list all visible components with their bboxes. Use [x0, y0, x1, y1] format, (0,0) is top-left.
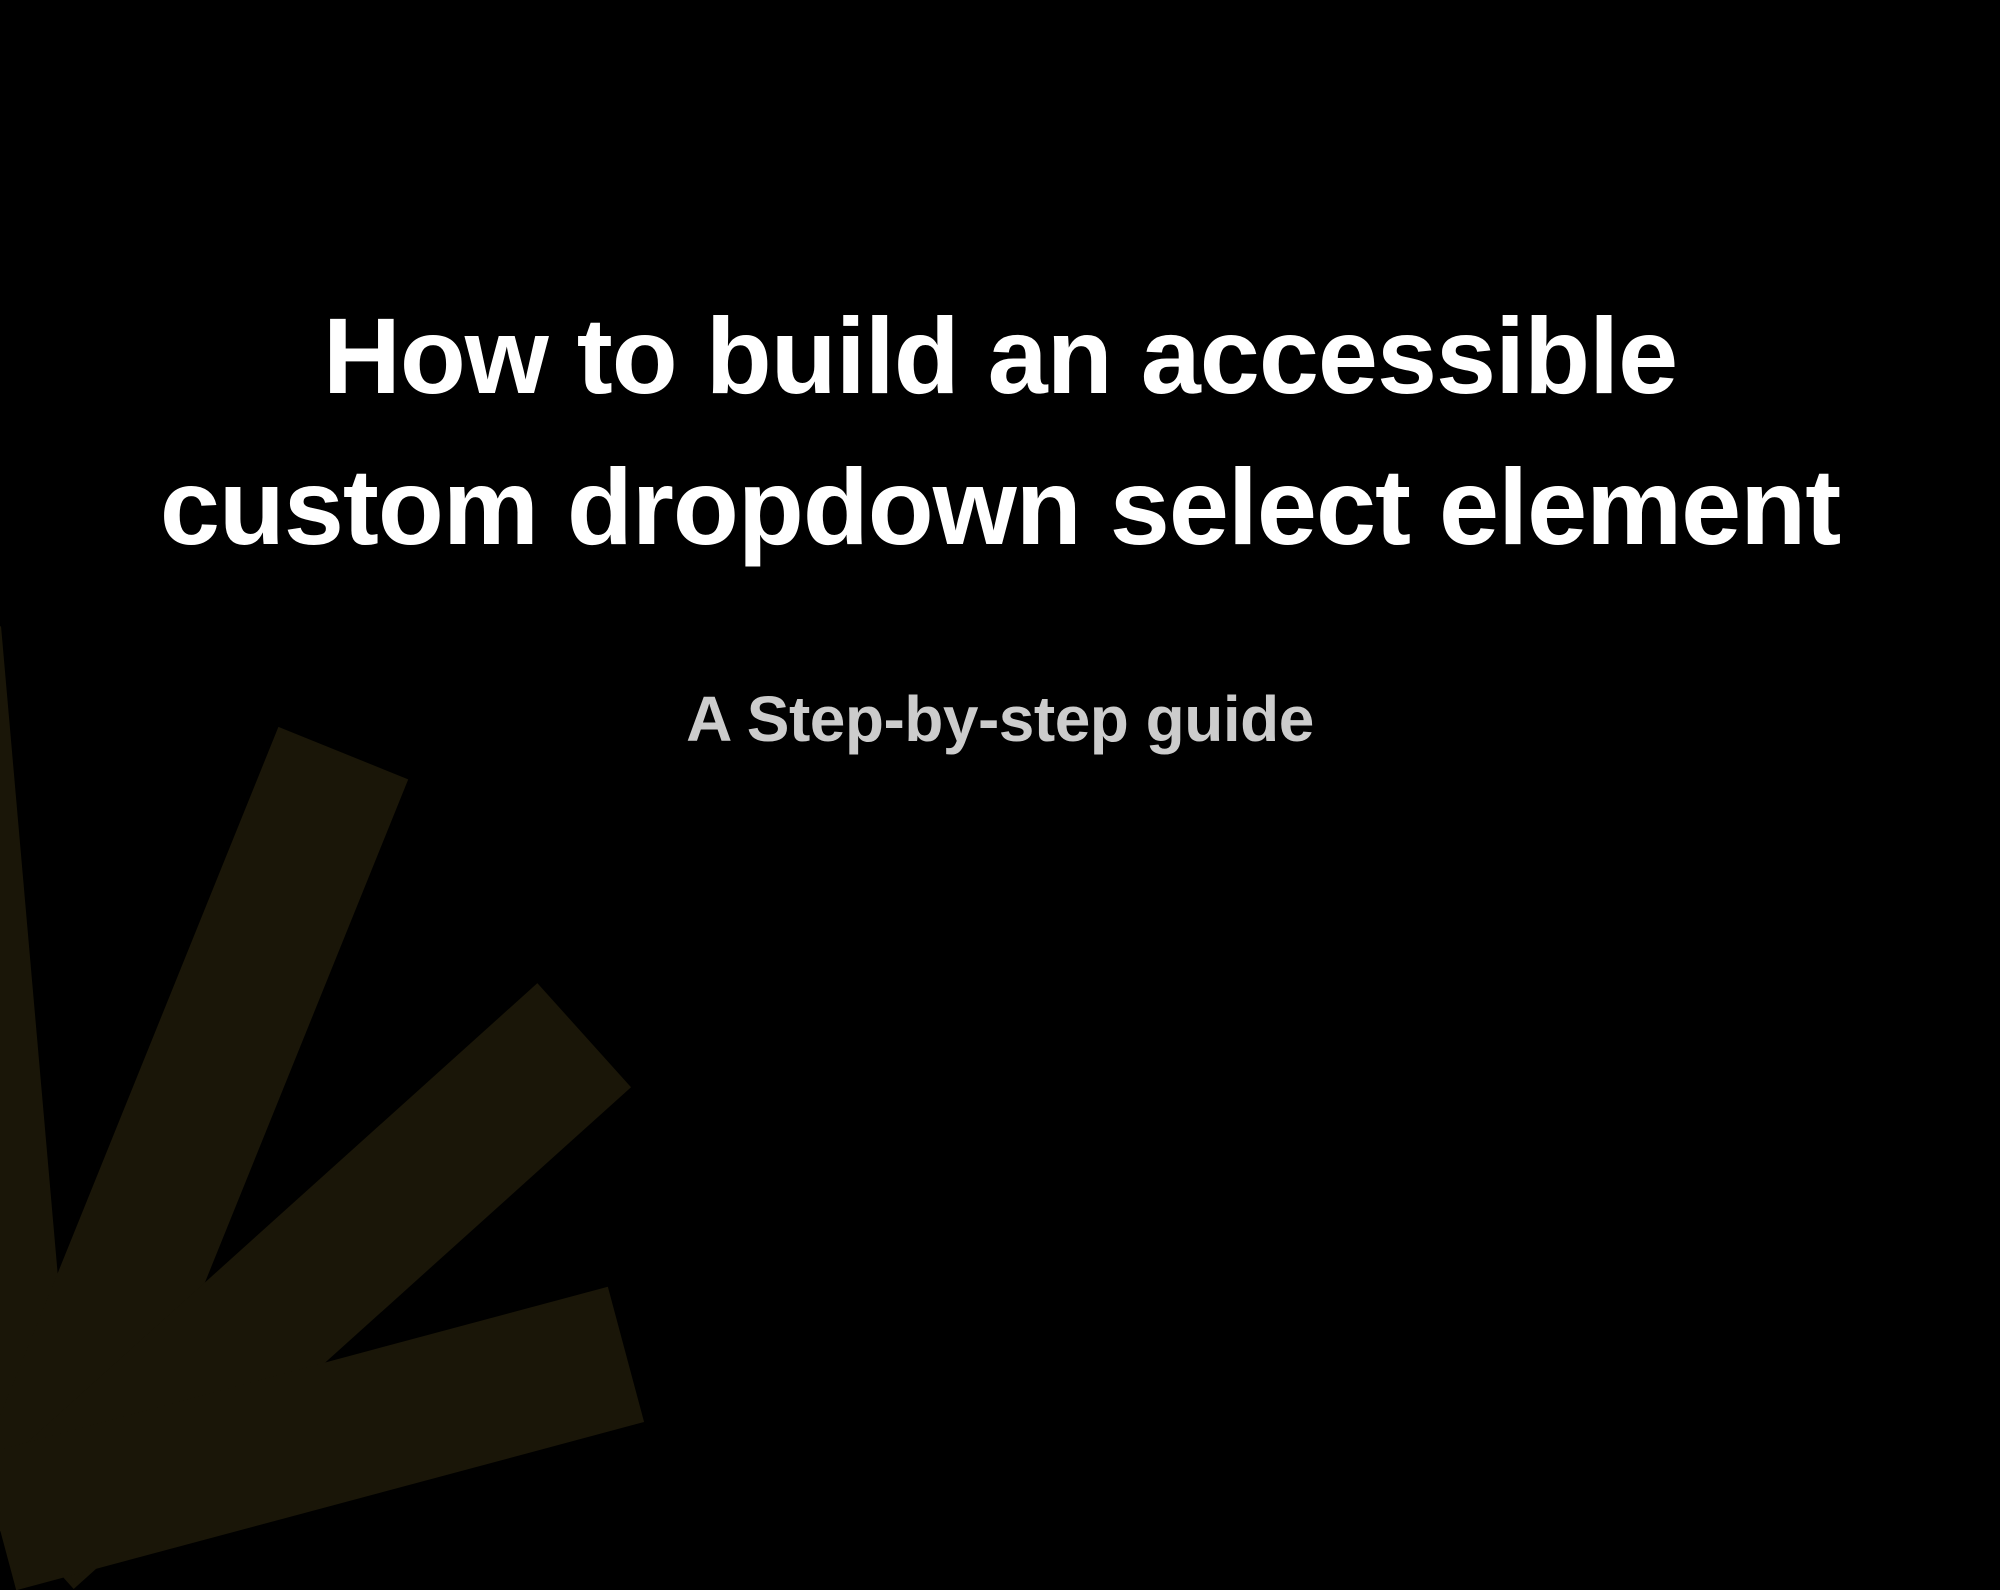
- slide-subtitle: A Step-by-step guide: [686, 682, 1314, 756]
- slide-title: How to build an accessible custom dropdo…: [150, 280, 1850, 582]
- slide-content: How to build an accessible custom dropdo…: [0, 0, 2000, 1335]
